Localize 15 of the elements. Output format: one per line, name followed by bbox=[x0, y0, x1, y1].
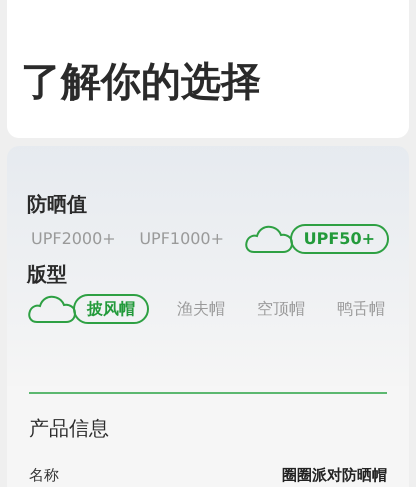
cloud-icon bbox=[244, 224, 294, 254]
group-label: 防晒值 bbox=[27, 191, 88, 218]
info-label: 名称 bbox=[29, 465, 59, 486]
info-value: 圈圈派对防晒帽 bbox=[282, 465, 387, 486]
option-chip[interactable]: UPF50+ bbox=[290, 224, 389, 254]
option-chip[interactable]: 鸭舌帽 bbox=[333, 296, 389, 322]
cloud-icon bbox=[27, 294, 77, 324]
group-label: 版型 bbox=[27, 261, 68, 288]
section-heading: 产品信息 bbox=[29, 415, 110, 442]
option-chip[interactable]: 空顶帽 bbox=[253, 296, 309, 322]
page-title: 了解你的选择 bbox=[21, 58, 261, 106]
option-chip[interactable]: UPF1000+ bbox=[135, 226, 228, 252]
option-chip[interactable]: 渔夫帽 bbox=[173, 296, 229, 322]
option-chip[interactable]: 披风帽 bbox=[73, 294, 149, 324]
option-chip[interactable]: UPF2000+ bbox=[27, 226, 120, 252]
